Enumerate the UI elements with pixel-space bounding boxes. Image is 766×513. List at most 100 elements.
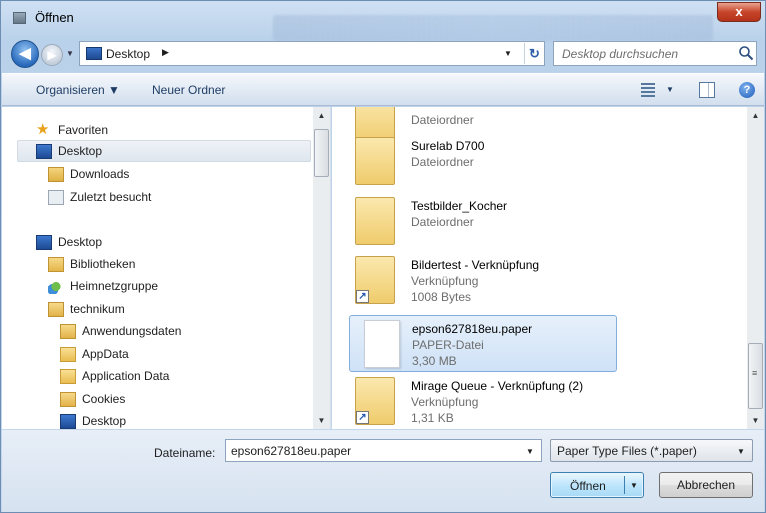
forward-button[interactable]: ▶ [41,44,63,66]
sidebar-item-cookies[interactable]: Cookies [60,389,330,411]
file-name: Bildertest - Verknüpfung [411,258,540,272]
open-dropdown-icon[interactable]: ▼ [630,481,638,490]
address-dropdown-icon[interactable]: ▼ [504,49,512,58]
sidebar-item-label: Desktop [82,414,127,428]
file-type: Dateiordner [411,113,474,127]
title-bar[interactable]: Öffnen x [1,1,765,41]
file-list-scrollbar[interactable]: ▲ ≡ ▼ [747,107,764,429]
file-type: Verknüpfung [411,274,479,288]
history-dropdown-icon[interactable]: ▼ [66,49,74,58]
sidebar-item-label: Zuletzt besucht [70,190,152,204]
folder-icon [355,197,395,245]
scroll-down-icon[interactable]: ▼ [747,412,764,429]
folder-icon [355,137,395,185]
shortcut-folder-icon [60,324,76,339]
sidebar-item-desktop-2[interactable]: Desktop [60,411,330,429]
sidebar-item-downloads[interactable]: Downloads [48,164,330,186]
desktop-icon [36,235,52,250]
file-size: 1,31 KB [411,411,454,425]
breadcrumb-chevron-icon[interactable]: ▶ [162,47,169,58]
file-name: Testbilder_Kocher [411,199,508,213]
sidebar-item-label: Heimnetzgruppe [70,279,159,293]
file-name: Mirage Queue - Verknüpfung (2) [411,379,584,393]
sidebar-item-desktop[interactable]: Desktop [36,232,330,254]
shortcut-folder-icon: ↗ [355,377,395,425]
scroll-up-icon[interactable]: ▲ [747,107,764,124]
open-button-label: Öffnen [570,479,606,493]
filename-label: Dateiname: [154,446,216,460]
open-button[interactable]: Öffnen ▼ [550,472,644,498]
shortcut-folder-icon: ↗ [355,256,395,304]
organize-menu-button[interactable]: Organisieren ▼ [36,83,120,97]
file-type: Dateiordner [411,155,474,169]
file-type: Verknüpfung [411,395,479,409]
address-bar[interactable]: Desktop ▶ ▼ ↻ [79,41,545,66]
file-name: epson627818eu.paper [412,322,533,336]
new-folder-button[interactable]: Neuer Ordner [152,83,225,97]
preview-pane-icon[interactable] [699,82,715,98]
dialog-icon [13,12,26,24]
open-split-divider [624,476,625,494]
file-item[interactable]: ↗ Bildertest - Verknüpfung Verknüpfung 1… [349,252,617,314]
navigation-row: ◀ ▶ ▼ Desktop ▶ ▼ ↻ Desktop durchsuchen [1,37,765,71]
scroll-up-icon[interactable]: ▲ [313,107,330,124]
shortcut-arrow-icon: ↗ [356,411,369,424]
file-type: Dateiordner [411,215,474,229]
file-type: PAPER-Datei [412,338,484,352]
sidebar-item-label: Desktop [58,144,103,158]
view-dropdown-icon[interactable]: ▼ [666,85,674,94]
desktop-icon [36,144,52,159]
file-item[interactable]: Surelab D700 Dateiordner [349,133,617,189]
address-text[interactable]: Desktop [106,47,150,61]
file-type-dropdown-icon[interactable]: ▼ [737,447,745,456]
desktop-icon [60,414,76,429]
sidebar-item-label: Favoriten [58,123,109,137]
close-button[interactable]: x [717,2,761,22]
folder-icon [60,369,76,384]
dialog-title: Öffnen [35,10,74,25]
scroll-thumb[interactable]: ≡ [748,343,763,409]
sidebar-item-favorites[interactable]: ★ Favoriten [36,120,330,142]
file-item-selected[interactable]: epson627818eu.paper PAPER-Datei 3,30 MB [349,315,617,372]
sidebar-item-desktop-favorite[interactable]: Desktop [17,140,311,162]
scroll-thumb[interactable] [314,129,329,177]
sidebar-item-label: technikum [70,302,125,316]
sidebar-item-appdata[interactable]: AppData [60,344,330,366]
shortcut-arrow-icon: ↗ [356,290,369,303]
sidebar-item-application-data[interactable]: Application Data [60,366,330,388]
scroll-grip-icon: ≡ [752,368,758,378]
downloads-icon [48,167,64,182]
sidebar-item-recent-places[interactable]: Zuletzt besucht [48,187,330,209]
document-icon [364,320,400,368]
file-name: Surelab D700 [411,139,485,153]
search-input[interactable]: Desktop durchsuchen [553,41,757,66]
sidebar-item-label: Bibliotheken [70,257,136,271]
file-type-select[interactable]: Paper Type Files (*.paper) ▼ [550,439,753,462]
sidebar-item-technikum[interactable]: technikum [48,299,330,321]
file-item[interactable]: ↗ Mirage Queue - Verknüpfung (2) Verknüp… [349,373,617,429]
file-size: 3,30 MB [412,354,457,368]
cancel-button[interactable]: Abbrechen [659,472,753,498]
help-icon[interactable]: ? [739,82,755,98]
file-item[interactable]: Testbilder_Kocher Dateiordner [349,193,617,249]
sidebar-item-homegroup[interactable]: Heimnetzgruppe [48,276,330,298]
search-icon[interactable] [738,45,754,61]
navigation-pane-scrollbar[interactable]: ▲ ▼ [313,107,330,429]
filename-field[interactable]: epson627818eu.paper ▼ [225,439,542,462]
sidebar-item-anwendungsdaten[interactable]: Anwendungsdaten [60,321,330,343]
sidebar-item-label: Desktop [58,235,103,249]
sidebar-item-label: AppData [82,347,129,361]
sidebar-item-label: Cookies [82,392,126,406]
sidebar-item-label: Downloads [70,167,130,181]
file-size: 1008 Bytes [411,290,472,304]
filename-dropdown-icon[interactable]: ▼ [526,447,534,456]
star-icon: ★ [36,121,50,138]
refresh-button[interactable]: ↻ [524,43,544,64]
filename-value[interactable]: epson627818eu.paper [231,444,351,458]
scroll-down-icon[interactable]: ▼ [313,412,330,429]
back-button[interactable]: ◀ [11,40,39,68]
sidebar-item-libraries[interactable]: Bibliotheken [48,254,330,276]
change-view-icon[interactable] [641,83,655,97]
sidebar-item-label: Application Data [82,369,170,383]
recent-places-icon [48,190,64,205]
